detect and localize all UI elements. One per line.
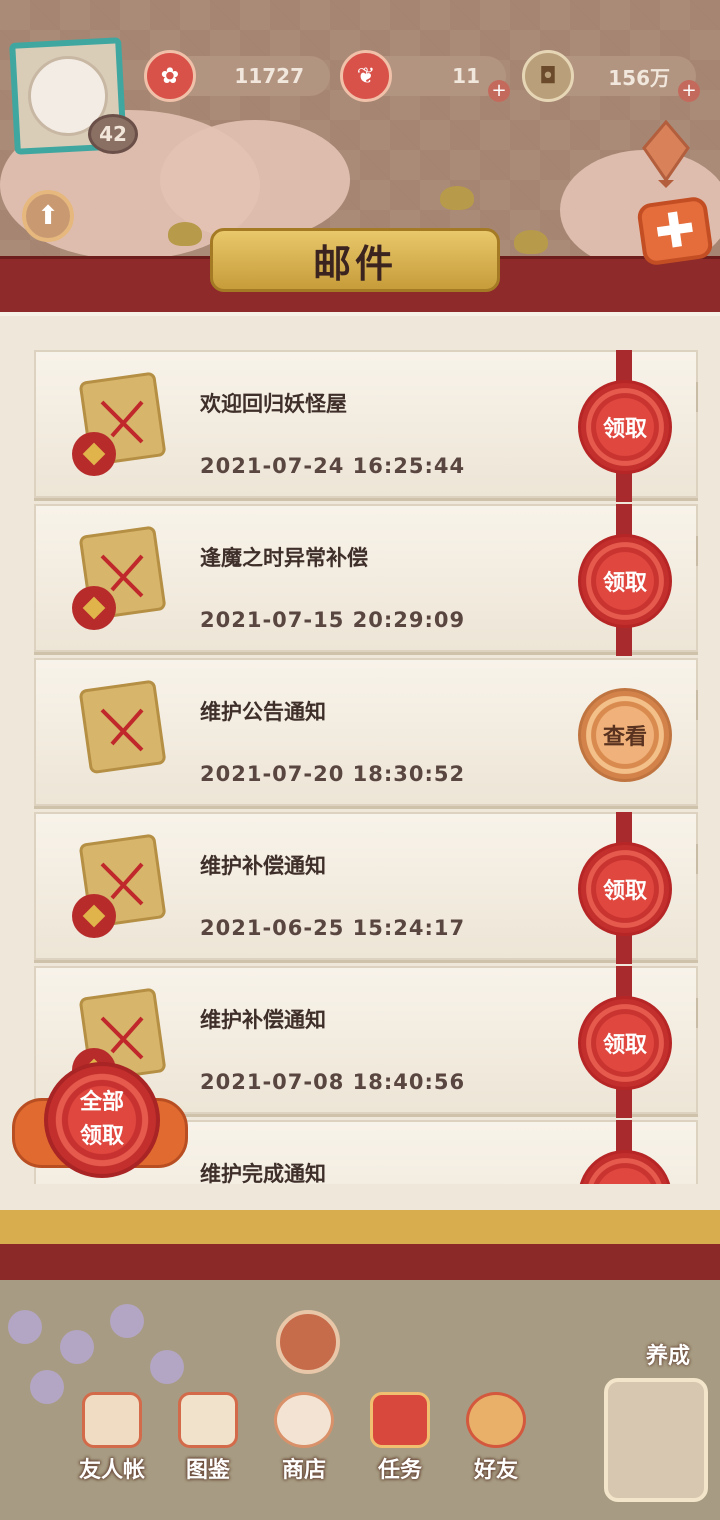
level-badge: 42 [88, 114, 138, 154]
flower-decoration [8, 1310, 42, 1344]
edge-decoration [688, 844, 698, 874]
nav-label: 任务 [377, 1458, 422, 1483]
claim-button[interactable]: 领取 [578, 534, 672, 628]
mail-item[interactable]: 维护补偿通知 2021-06-25 15:24:17 领取 [34, 812, 698, 964]
mail-date: 2021-07-08 18:40:56 [200, 1070, 466, 1094]
mail-date: 2021-07-15 20:29:09 [200, 608, 466, 632]
character-portrait-button[interactable] [604, 1378, 708, 1502]
edge-decoration [688, 536, 698, 566]
edge-decoration [688, 998, 698, 1028]
coins-value: 156万 [608, 65, 670, 90]
mail-title: 维护完成通知 [200, 1162, 326, 1184]
nav-label: 好友 [473, 1458, 518, 1483]
claim-button[interactable]: 领取 [578, 380, 672, 474]
nav-friend-book[interactable]: 友人帐 [62, 1384, 162, 1484]
page-title: 邮件 [312, 241, 397, 286]
claim-all-knot: 全部 领取 [44, 1062, 160, 1178]
add-stamina-button[interactable]: + [488, 80, 510, 102]
mail-item[interactable]: 逢魔之时异常补偿 2021-07-15 20:29:09 领取 [34, 504, 698, 656]
claim-all-button[interactable]: 全部 领取 [12, 1062, 188, 1200]
envelope-with-bag-icon [72, 372, 166, 476]
title-plate: 邮件 [210, 228, 500, 292]
bird-decoration-icon [514, 230, 548, 254]
mail-list[interactable]: 欢迎回归妖怪屋 2021-07-24 16:25:44 领取 逢魔之时异常补偿 … [34, 350, 700, 1184]
claim-button[interactable]: 领取 [578, 996, 672, 1090]
nurture-button[interactable]: 养成 [628, 1290, 708, 1370]
plum-flower-icon: ✿ [144, 50, 196, 102]
nav-tasks[interactable]: 任务 [350, 1384, 450, 1484]
nav-encyclopedia[interactable]: 图鉴 [158, 1384, 258, 1484]
nav-label: 友人帐 [78, 1458, 145, 1483]
mail-title: 逢魔之时异常补偿 [200, 546, 368, 570]
flower-decoration [110, 1304, 144, 1338]
mail-item[interactable]: 维护公告通知 2021-07-20 18:30:52 查看 [34, 658, 698, 806]
nav-shop[interactable]: 商店 [254, 1384, 354, 1484]
mail-title: 维护公告通知 [200, 700, 326, 724]
mail-date: 2021-06-25 15:24:17 [200, 916, 466, 940]
mail-title: 欢迎回归妖怪屋 [200, 392, 347, 416]
mail-date: 2021-07-24 16:25:44 [200, 454, 466, 478]
stamina-value: 11 [452, 64, 480, 88]
cat-shop-icon [274, 1392, 334, 1448]
envelope-with-bag-icon [72, 834, 166, 938]
coin-icon: ◘ [522, 50, 574, 102]
bird-decoration-icon [168, 222, 202, 246]
stamina-drop-icon: ❦ [340, 50, 392, 102]
task-box-icon [370, 1392, 430, 1448]
flower-decoration [150, 1350, 184, 1384]
close-button[interactable]: ✚ [636, 195, 714, 267]
edge-decoration [688, 382, 698, 412]
envelope-with-bag-icon [72, 526, 166, 630]
claim-all-label-line1: 全部 [79, 1090, 124, 1115]
bottom-band [0, 1210, 720, 1282]
friend-book-icon [82, 1392, 142, 1448]
nav-label: 图鉴 [185, 1458, 230, 1483]
eye-scroll-icon [178, 1392, 238, 1448]
nurture-label: 养成 [645, 1344, 690, 1369]
mail-item[interactable]: 欢迎回归妖怪屋 2021-07-24 16:25:44 领取 [34, 350, 698, 502]
level-up-arrow-icon[interactable]: ⬆ [22, 190, 74, 242]
center-pin-icon[interactable] [276, 1310, 340, 1374]
nav-label: 商店 [281, 1458, 326, 1483]
view-button[interactable]: 查看 [578, 688, 672, 782]
mail-title: 维护补偿通知 [200, 854, 326, 878]
edge-decoration [688, 690, 698, 720]
mail-title: 维护补偿通知 [200, 1008, 326, 1032]
claim-button[interactable]: 领取 [578, 1150, 672, 1184]
claim-all-label-line2: 领取 [79, 1124, 124, 1149]
friends-icon [466, 1392, 526, 1448]
plum-currency-value: 11727 [234, 64, 304, 88]
add-coins-button[interactable]: + [678, 80, 700, 102]
fish-lantern-icon [642, 119, 690, 188]
bird-decoration-icon [440, 186, 474, 210]
flower-decoration [30, 1370, 64, 1404]
claim-button[interactable]: 领取 [578, 842, 672, 936]
flower-decoration [60, 1330, 94, 1364]
nav-friends[interactable]: 好友 [446, 1384, 546, 1484]
mail-date: 2021-07-20 18:30:52 [200, 762, 466, 786]
envelope-icon [79, 680, 166, 774]
